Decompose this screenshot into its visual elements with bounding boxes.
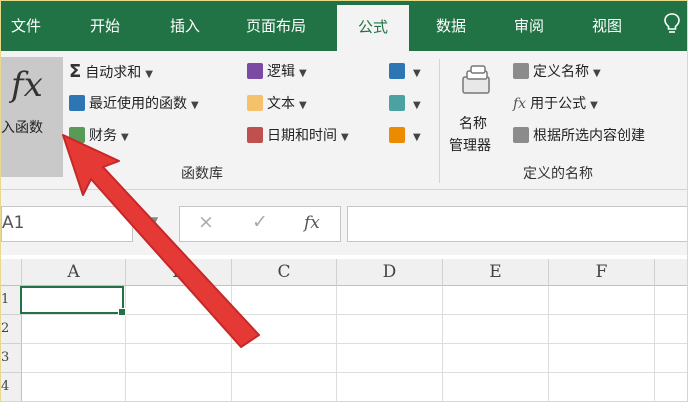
screenshot-frame: 文件 开始 插入 页面布局 公式 数据 审阅 视图 fx 入函数 Σ 自动求和 ▼ … <box>0 0 688 402</box>
annotation-arrow <box>62 134 260 348</box>
